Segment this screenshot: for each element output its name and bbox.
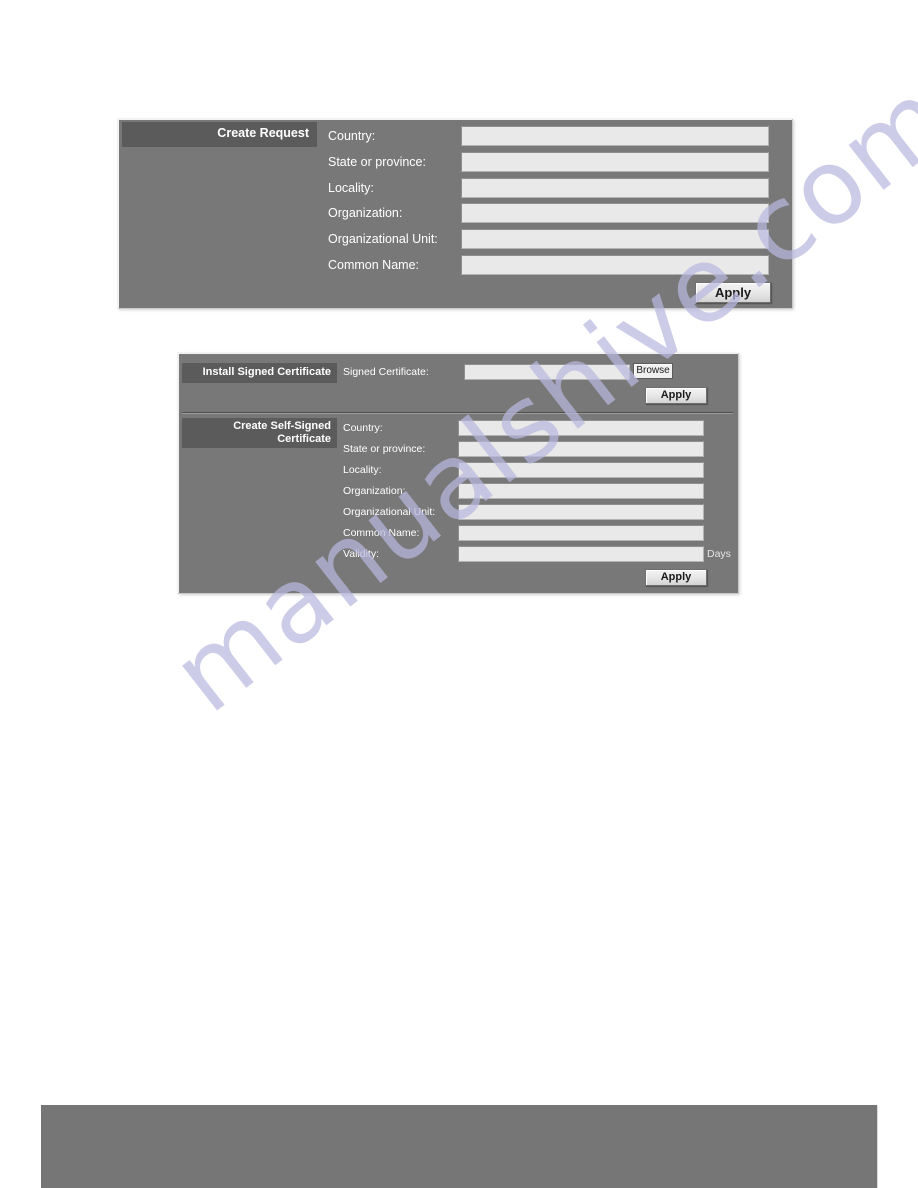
selfsigned-field-row-validity: Validity: Days [343,546,731,562]
section-divider [182,412,733,414]
label-state-or-province: State or province: [328,155,426,169]
label-signed-certificate: Signed Certificate: [343,366,429,378]
label-selfsigned-state-or-province: State or province: [343,443,426,455]
input-locality[interactable] [461,178,769,198]
field-row-locality: Locality: [328,178,769,198]
label-organization: Organization: [328,206,403,220]
input-country[interactable] [461,126,769,146]
input-selfsigned-validity[interactable] [458,546,704,562]
label-common-name: Common Name: [328,258,419,272]
browse-button[interactable]: Browse [633,363,673,379]
field-row-state: State or province: [328,152,769,172]
label-locality: Locality: [328,181,374,195]
field-row-country: Country: [328,126,769,146]
footer-bar [41,1105,877,1188]
selfsigned-field-row-state: State or province: [343,441,704,457]
install-signed-certificate-header: Install Signed Certificate [182,363,337,383]
field-row-organization: Organization: [328,203,769,223]
label-selfsigned-country: Country: [343,422,383,434]
install-apply-button[interactable]: Apply [645,387,707,404]
input-selfsigned-state-or-province[interactable] [458,441,704,457]
self-signed-apply-button[interactable]: Apply [645,569,707,586]
self-signed-header-line1: Create Self-Signed [233,420,331,432]
label-validity-unit-days: Days [707,548,731,560]
input-state-or-province[interactable] [461,152,769,172]
selfsigned-field-row-common-name: Common Name: [343,525,704,541]
label-selfsigned-organization: Organization: [343,485,406,497]
label-selfsigned-validity: Validity: [343,548,379,560]
label-organizational-unit: Organizational Unit: [328,232,438,246]
field-row-signed-certificate: Signed Certificate: [343,364,630,380]
input-selfsigned-locality[interactable] [458,462,704,478]
selfsigned-field-row-organization: Organization: [343,483,704,499]
selfsigned-field-row-country: Country: [343,420,704,436]
create-request-header: Create Request [122,122,317,147]
field-row-common-name: Common Name: [328,255,769,275]
input-selfsigned-common-name[interactable] [458,525,704,541]
input-organizational-unit[interactable] [461,229,769,249]
self-signed-header-line2: Certificate [277,432,331,445]
label-selfsigned-common-name: Common Name: [343,527,420,539]
input-organization[interactable] [461,203,769,223]
label-selfsigned-locality: Locality: [343,464,382,476]
input-selfsigned-organization[interactable] [458,483,704,499]
field-row-organizational-unit: Organizational Unit: [328,229,769,249]
label-country: Country: [328,129,376,143]
selfsigned-field-row-organizational-unit: Organizational Unit: [343,504,704,520]
input-common-name[interactable] [461,255,769,275]
create-request-panel: Create Request Country: State or provinc… [117,118,792,308]
label-selfsigned-organizational-unit: Organizational Unit: [343,506,436,518]
input-selfsigned-country[interactable] [458,420,704,436]
input-signed-certificate[interactable] [464,364,630,380]
certificates-panel: Install Signed Certificate Signed Certif… [177,352,738,593]
create-request-apply-button[interactable]: Apply [695,282,771,303]
selfsigned-field-row-locality: Locality: [343,462,704,478]
create-self-signed-certificate-header: Create Self-Signed Certificate [182,418,337,448]
input-selfsigned-organizational-unit[interactable] [458,504,704,520]
